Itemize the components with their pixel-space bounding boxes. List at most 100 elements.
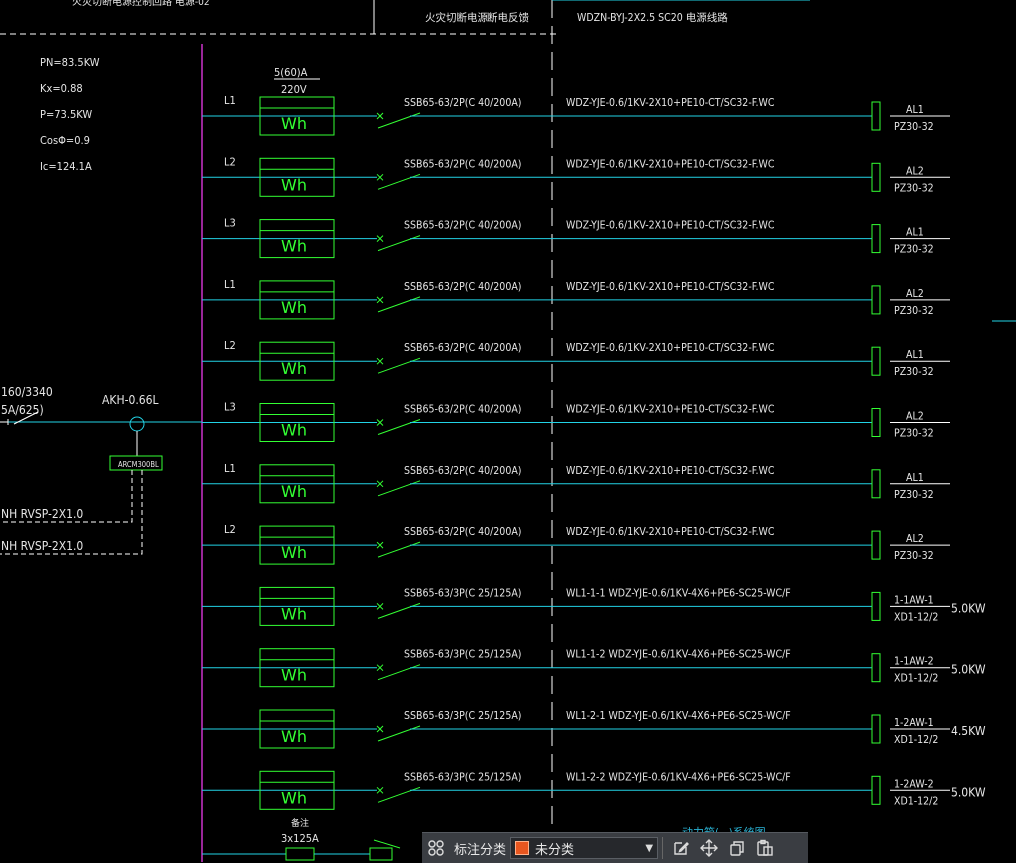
breaker-model: SSB65-63/3P(C 25/125A)	[404, 710, 521, 722]
circuit-row[interactable]: L3 Wh SSB65-63/2P(C 40/200A) WDZ-YJE-0.6/1K…	[202, 401, 950, 442]
breaker-model: SSB65-63/2P(C 40/200A)	[404, 526, 521, 538]
phase-label: L2	[224, 523, 236, 536]
meter-symbol: Wh	[281, 114, 307, 133]
box-id: 1-2AW-1	[894, 717, 934, 729]
edit-icon[interactable]	[667, 834, 695, 862]
phase-label: L3	[224, 401, 236, 414]
box-id: AL2	[906, 411, 924, 423]
distribution-box-symbol[interactable]	[871, 408, 881, 437]
cable-spec: WL1-1-1 WDZ-YJE-0.6/1KV-4X6+PE6-SC25-WC/…	[566, 587, 791, 599]
box-id: AL2	[906, 288, 924, 300]
param-p: P=73.5KW	[40, 108, 92, 121]
distribution-box-symbol[interactable]	[871, 101, 881, 131]
load-power: 5.0KW	[951, 601, 986, 615]
meter-symbol: Wh	[281, 421, 307, 440]
box-id: 1-1AW-1	[894, 594, 934, 606]
circuit-row[interactable]: Wh SSB65-63/3P(C 25/125A) WL1-2-2 WDZ-YJE-…	[202, 770, 986, 810]
phase-label: L1	[224, 278, 236, 291]
cable-spec: WDZ-YJE-0.6/1KV-2X10+PE10-CT/SC32-F.WC	[566, 526, 775, 538]
distribution-box-symbol[interactable]	[871, 346, 881, 376]
param-cos: CosΦ=0.9	[40, 134, 90, 147]
circuit-row[interactable]: L2 Wh SSB65-63/2P(C 40/200A) WDZ-YJE-0.6/1K…	[202, 523, 950, 565]
box-id: 1-1AW-2	[894, 656, 934, 668]
breaker-switch[interactable]	[377, 357, 421, 374]
incoming-feeder: 160/3340 5A/625) AKH-0.66L ARCM300BL NH …	[0, 385, 202, 555]
circuit-row[interactable]: L1 Wh SSB65-63/2P(C 40/200A) WDZ-YJE-0.6/1K…	[202, 94, 950, 136]
param-kx: Kx=0.88	[40, 82, 83, 95]
paste-icon[interactable]	[751, 834, 779, 862]
signal-cable-2: NH RVSP-2X1.0	[1, 539, 83, 553]
panel-model: PZ30-32	[894, 244, 934, 256]
distribution-box-symbol[interactable]	[871, 469, 881, 499]
panel-model: PZ30-32	[894, 428, 934, 440]
distribution-box-symbol[interactable]	[871, 591, 881, 621]
meter-symbol: Wh	[281, 727, 307, 746]
move-icon[interactable]	[695, 834, 723, 862]
phase-label: L2	[224, 155, 236, 168]
distribution-box-symbol[interactable]	[871, 162, 881, 192]
breaker-model: SSB65-63/2P(C 40/200A)	[404, 97, 521, 109]
breaker-model: SSB65-63/2P(C 40/200A)	[404, 158, 521, 170]
header-feedback: 断电反馈	[487, 11, 529, 24]
cable-spec: WDZ-YJE-0.6/1KV-2X10+PE10-CT/SC32-F.WC	[566, 281, 775, 293]
breaker-switch[interactable]	[377, 786, 421, 803]
phase-label: L1	[224, 462, 236, 475]
circuit-row[interactable]: L2 Wh SSB65-63/2P(C 40/200A) WDZ-YJE-0.6/1K…	[202, 155, 950, 197]
category-label: 标注分类	[454, 842, 507, 858]
panel-model: XD1-12/2	[894, 734, 938, 746]
distribution-box-symbol[interactable]	[871, 224, 881, 254]
box-id: AL1	[906, 104, 924, 116]
copy-icon[interactable]	[723, 834, 751, 862]
four-squares-icon[interactable]	[422, 834, 450, 862]
cable-spec: WL1-1-2 WDZ-YJE-0.6/1KV-4X6+PE6-SC25-WC/…	[566, 649, 791, 661]
breaker-switch[interactable]	[377, 541, 421, 558]
category-select[interactable]: 未分类 ▼	[510, 837, 659, 859]
meter-symbol: Wh	[281, 788, 307, 807]
current-transformer	[129, 416, 145, 432]
load-params: PN=83.5KW Kx=0.88 P=73.5KW CosΦ=0.9 Ic=1…	[40, 56, 100, 173]
breaker-model: SSB65-63/3P(C 25/125A)	[404, 587, 521, 599]
circuit-row[interactable]: Wh SSB65-63/3P(C 25/125A) WL1-1-1 WDZ-YJE-…	[202, 586, 986, 626]
distribution-box-symbol[interactable]	[871, 653, 881, 683]
meter-symbol: Wh	[281, 482, 307, 501]
breaker-switch[interactable]	[377, 725, 421, 742]
circuit-row[interactable]: L1 Wh SSB65-63/2P(C 40/200A) WDZ-YJE-0.6/1K…	[202, 278, 950, 320]
breaker-switch[interactable]	[377, 602, 421, 619]
circuit-row[interactable]: Wh SSB65-63/3P(C 25/125A) WL1-1-2 WDZ-YJE-…	[202, 648, 986, 688]
arcm-module-label: ARCM300BL	[118, 460, 159, 469]
circuit-row[interactable]: L2 Wh SSB65-63/2P(C 40/200A) WDZ-YJE-0.6/1K…	[202, 339, 950, 381]
circuit-row[interactable]: L1 Wh SSB65-63/2P(C 40/200A) WDZ-YJE-0.6/1K…	[202, 462, 950, 504]
circuit-rows: L1 Wh SSB65-63/2P(C 40/200A) WDZ-YJE-0.6/1K…	[202, 94, 986, 810]
bottom-rating: 3x125A	[281, 832, 319, 845]
cable-spec: WDZ-YJE-0.6/1KV-2X10+PE10-CT/SC32-F.WC	[566, 465, 775, 477]
circuit-row[interactable]: Wh SSB65-63/3P(C 25/125A) WL1-2-1 WDZ-YJE-…	[202, 709, 986, 749]
box-id: AL2	[906, 165, 924, 177]
header-top-left: 火灾切断电源控制回路 电源-02	[72, 0, 210, 8]
distribution-box-symbol[interactable]	[871, 775, 881, 805]
breaker-switch[interactable]	[377, 235, 421, 252]
cable-spec: WDZ-YJE-0.6/1KV-2X10+PE10-CT/SC32-F.WC	[566, 97, 775, 109]
box-id: AL1	[906, 227, 924, 239]
box-id: 1-2AW-2	[894, 778, 934, 790]
breaker-switch[interactable]	[377, 173, 421, 190]
cable-spec: WDZ-YJE-0.6/1KV-2X10+PE10-CT/SC32-F.WC	[566, 404, 775, 416]
breaker-switch[interactable]	[377, 480, 421, 497]
box-id: AL1	[906, 472, 924, 484]
box-id: AL1	[906, 349, 924, 361]
distribution-box-symbol[interactable]	[871, 530, 881, 560]
distribution-box-symbol[interactable]	[871, 285, 881, 315]
load-power: 5.0KW	[951, 785, 986, 799]
panel-model: XD1-12/2	[894, 795, 938, 807]
header-cable: WDZN-BYJ-2X2.5 SC20 电源线路	[577, 11, 728, 24]
breaker-switch[interactable]	[377, 112, 421, 129]
meter-symbol: Wh	[281, 666, 307, 685]
akh-label: AKH-0.66L	[102, 393, 159, 407]
breaker-model: SSB65-63/2P(C 40/200A)	[404, 281, 521, 293]
cad-drawing-canvas[interactable]: 火灾切断电源控制回路 电源-02 火灾切断电源 断电反馈 WDZN-BYJ-2X…	[0, 0, 1016, 862]
breaker-switch[interactable]	[377, 419, 421, 435]
breaker-switch[interactable]	[377, 296, 421, 313]
breaker-switch[interactable]	[377, 664, 421, 681]
distribution-box-symbol[interactable]	[871, 714, 881, 744]
cable-spec: WL1-2-2 WDZ-YJE-0.6/1KV-4X6+PE6-SC25-WC/…	[566, 771, 791, 783]
circuit-row[interactable]: L3 Wh SSB65-63/2P(C 40/200A) WDZ-YJE-0.6/1K…	[202, 217, 950, 259]
